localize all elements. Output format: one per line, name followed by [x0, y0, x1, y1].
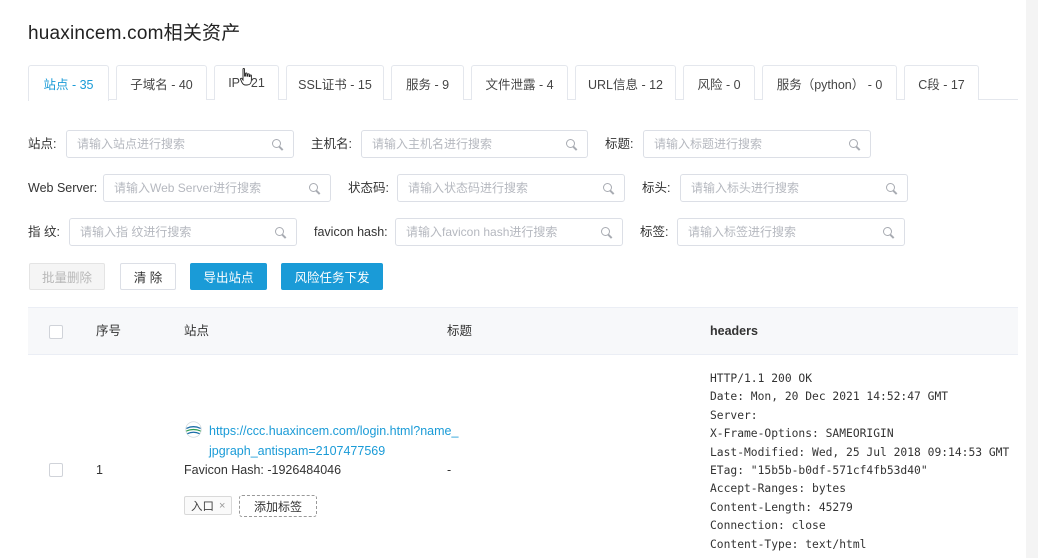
search-icon[interactable] — [849, 139, 860, 150]
export-sites-button[interactable]: 导出站点 — [190, 263, 267, 290]
search-icon[interactable] — [601, 227, 612, 238]
tag-search-input[interactable] — [677, 218, 905, 246]
hand-cursor-icon — [240, 68, 252, 86]
tab-services[interactable]: 服务 - 9 — [391, 65, 464, 100]
fingerprint-search-input[interactable] — [69, 218, 297, 246]
page-title: huaxincem.com相关资产 — [28, 23, 241, 44]
search-icon[interactable] — [886, 183, 897, 194]
page-scrollbar[interactable] — [1026, 0, 1038, 558]
clear-button[interactable]: 清 除 — [120, 263, 176, 290]
search-icon[interactable] — [883, 227, 894, 238]
column-site: 站点 — [184, 324, 210, 338]
site-filter-label: 站点: — [28, 137, 57, 151]
header-search-input[interactable] — [680, 174, 908, 202]
search-icon[interactable] — [272, 139, 283, 150]
row-checkbox[interactable] — [49, 463, 63, 477]
hostname-filter-label: 主机名: — [311, 137, 352, 151]
sites-table: 序号 站点 标题 headers 1 https://ccc.huaxincem… — [28, 307, 1018, 558]
hostname-search-input[interactable] — [361, 130, 588, 158]
status-code-search-input[interactable] — [397, 174, 625, 202]
dispatch-risk-task-button[interactable]: 风险任务下发 — [281, 263, 383, 290]
site-search-input[interactable] — [66, 130, 294, 158]
search-icon[interactable] — [309, 183, 320, 194]
header-filter-label: 标头: — [642, 181, 671, 195]
tab-file-leaks[interactable]: 文件泄露 - 4 — [471, 65, 568, 100]
site-favicon-icon — [185, 421, 202, 438]
fingerprint-filter-label: 指 纹: — [28, 225, 60, 239]
column-index: 序号 — [96, 324, 122, 338]
batch-delete-button[interactable]: 批量删除 — [29, 263, 105, 290]
close-icon[interactable]: × — [219, 500, 225, 512]
column-headers: headers — [710, 324, 758, 338]
search-icon[interactable] — [275, 227, 286, 238]
web-server-search-input[interactable] — [103, 174, 331, 202]
favicon-hash-filter-label: favicon hash: — [314, 225, 388, 239]
favicon-hash-search-input[interactable] — [395, 218, 623, 246]
assets-page: huaxincem.com相关资产 站点 - 35 子域名 - 40 IP - … — [0, 0, 1038, 558]
tab-services-python[interactable]: 服务（python） - 0 — [762, 65, 897, 100]
column-title: 标题 — [447, 324, 473, 338]
search-icon[interactable] — [603, 183, 614, 194]
tag-filter-label: 标签: — [640, 225, 669, 239]
tab-risks[interactable]: 风险 - 0 — [683, 65, 755, 100]
tab-subdomains[interactable]: 子域名 - 40 — [116, 65, 207, 100]
tab-url-info[interactable]: URL信息 - 12 — [575, 65, 676, 100]
select-all-checkbox[interactable] — [49, 325, 63, 339]
tab-c-segment[interactable]: C段 - 17 — [904, 65, 979, 100]
tab-ssl-certs[interactable]: SSL证书 - 15 — [286, 65, 384, 100]
favicon-hash-text: Favicon Hash: -1926484046 — [184, 463, 342, 477]
response-headers: HTTP/1.1 200 OK Date: Mon, 20 Dec 2021 1… — [710, 372, 1010, 551]
title-filter-label: 标题: — [605, 137, 634, 151]
tab-sites[interactable]: 站点 - 35 — [28, 65, 109, 101]
status-code-filter-label: 状态码: — [348, 181, 389, 195]
table-header: 序号 站点 标题 headers — [28, 308, 1018, 355]
tag-label: 入口 — [191, 500, 214, 513]
search-icon[interactable] — [566, 139, 577, 150]
web-server-filter-label: Web Server: — [28, 181, 98, 195]
add-tag-button[interactable]: 添加标签 — [239, 495, 317, 517]
row-index: 1 — [96, 463, 103, 477]
asset-tabs: 站点 - 35 子域名 - 40 IP - 21 SSL证书 - 15 服务 -… — [28, 65, 1018, 101]
title-search-input[interactable] — [643, 130, 871, 158]
tag-chip: 入口 × — [184, 496, 233, 515]
site-url-link[interactable]: https://ccc.huaxincem.com/login.html?nam… — [209, 421, 459, 461]
row-title: - — [447, 463, 452, 477]
